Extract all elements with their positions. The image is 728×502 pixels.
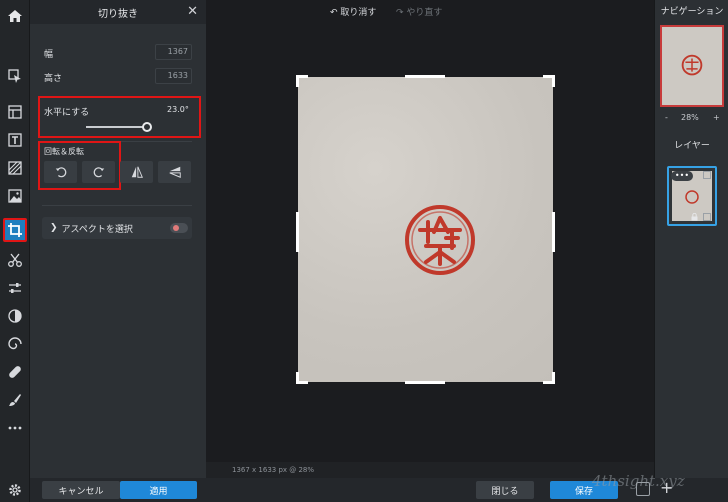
visibility-icon[interactable]: [703, 213, 711, 221]
layer-thumb-small-icon: [703, 171, 711, 179]
apply-button[interactable]: 適用: [120, 481, 197, 499]
more-icon[interactable]: [3, 416, 27, 440]
add-icon[interactable]: +: [660, 478, 673, 497]
redo-icon: ↷: [396, 8, 404, 18]
redo-button[interactable]: ↷ やり直す: [396, 5, 442, 18]
home-icon[interactable]: [3, 4, 27, 28]
straighten-slider-track[interactable]: [86, 126, 148, 128]
rotate-left-button[interactable]: [44, 161, 77, 183]
right-panel: ナビゲーション - 28% + レイヤー •••: [654, 0, 728, 478]
heal-icon[interactable]: [3, 360, 27, 384]
crop-handle-bottom-left[interactable]: [296, 372, 299, 384]
navigation-thumbnail[interactable]: [660, 25, 724, 107]
aspect-label: アスペクトを選択: [61, 224, 133, 235]
redo-label: やり直す: [406, 8, 443, 18]
crop-handle-left[interactable]: [296, 212, 299, 252]
close-icon[interactable]: ✕: [187, 4, 198, 19]
flip-vertical-icon: [169, 166, 181, 178]
left-toolbar: [0, 0, 30, 502]
layers-title: レイヤー: [674, 141, 710, 151]
height-field[interactable]: 1633: [155, 68, 192, 84]
crop-handle-top-left[interactable]: [296, 75, 299, 87]
straighten-label: 水平にする: [44, 108, 90, 118]
rotate-right-button[interactable]: [82, 161, 115, 183]
stamp-seal: [405, 205, 475, 275]
flip-horizontal-icon: [131, 166, 143, 178]
arrange-icon[interactable]: [3, 64, 27, 88]
undo-icon: ↶: [330, 8, 338, 18]
filter-icon[interactable]: [3, 304, 27, 328]
adjust-icon[interactable]: [3, 276, 27, 300]
rotate-left-icon: [55, 167, 66, 178]
height-label: 高さ: [44, 74, 63, 84]
zoom-value: 28%: [681, 113, 699, 122]
rotate-flip-label: 回転＆反転: [44, 147, 84, 156]
layer-menu-button[interactable]: •••: [671, 171, 693, 181]
width-label: 幅: [44, 50, 54, 60]
panel-title: 切り抜き: [98, 8, 138, 20]
crop-handle-bottom[interactable]: [405, 381, 445, 384]
aspect-select-row[interactable]: ❯ アスペクトを選択: [42, 217, 192, 239]
status-bar: 1367 x 1633 px @ 28%: [206, 462, 654, 478]
crop-handle-top-right[interactable]: [552, 75, 555, 87]
panel-footer: キャンセル 適用: [30, 478, 206, 502]
chevron-right-icon: ❯: [50, 223, 58, 233]
panel-header: 切り抜き ✕: [30, 0, 206, 24]
zoom-in-button[interactable]: +: [713, 113, 720, 122]
crop-handle-right[interactable]: [552, 212, 555, 252]
text-icon[interactable]: [3, 128, 27, 152]
layout-icon[interactable]: [3, 100, 27, 124]
brush-icon[interactable]: [3, 388, 27, 412]
undo-label: 取り消す: [340, 8, 377, 18]
crop-handle-bottom-right[interactable]: [552, 372, 555, 384]
scissors-icon[interactable]: [3, 248, 27, 272]
cancel-button[interactable]: キャンセル: [42, 481, 120, 499]
navigation-stamp-preview: [681, 54, 703, 76]
layer-item[interactable]: •••: [667, 166, 717, 226]
editor-window: 切り抜き ✕ 幅 1367 高さ 1633 水平にする 23.0° 回転＆反転 …: [0, 0, 728, 502]
flip-horizontal-button[interactable]: [120, 161, 153, 183]
expand-panel-icon[interactable]: [636, 482, 650, 496]
width-field[interactable]: 1367: [155, 44, 192, 60]
straighten-slider-knob[interactable]: [141, 122, 152, 132]
crop-handle-top[interactable]: [405, 75, 445, 78]
swirl-icon[interactable]: [3, 332, 27, 356]
aspect-toggle[interactable]: [170, 223, 188, 233]
rotate-right-icon: [93, 167, 104, 178]
settings-icon[interactable]: [3, 478, 27, 502]
pattern-icon[interactable]: [3, 156, 27, 180]
navigation-title: ナビゲーション: [660, 7, 724, 17]
zoom-out-button[interactable]: -: [665, 113, 668, 122]
close-button[interactable]: 閉じる: [476, 481, 534, 499]
divider: [42, 205, 192, 206]
flip-vertical-button[interactable]: [158, 161, 191, 183]
crop-icon[interactable]: [3, 218, 27, 242]
image-icon[interactable]: [3, 184, 27, 208]
straighten-value: 23.0°: [167, 105, 189, 114]
lock-icon[interactable]: [691, 213, 698, 221]
undo-button[interactable]: ↶ 取り消す: [330, 5, 376, 18]
